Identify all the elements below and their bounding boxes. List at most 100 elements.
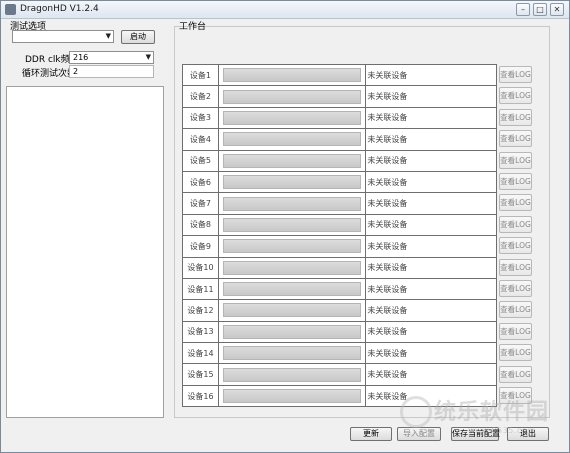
device-row: 设备14 未关联设备 [182,342,497,365]
device-progress-cell [217,128,367,151]
view-log-button[interactable]: 查看LOG [499,108,532,126]
window-title: DragonHD V1.2.4 [20,4,99,14]
view-log-button[interactable]: 查看LOG [499,322,532,340]
device-progress-bar [222,324,362,339]
view-log-button[interactable]: 查看LOG [499,215,532,233]
device-name: 设备8 [182,213,219,237]
device-status: 未关联设备 [365,170,497,194]
device-name: 设备13 [182,320,219,344]
device-progress-bar [222,175,362,190]
device-progress-bar [222,110,362,125]
loop-count-input[interactable]: 2 [69,65,154,78]
device-progress-cell [217,213,367,237]
device-name: 设备15 [182,363,219,386]
device-row: 设备3 未关联设备 [182,106,497,130]
device-row: 设备8 未关联设备 [182,213,497,237]
device-progress-bar [222,239,362,254]
device-progress-bar [222,217,362,232]
device-progress-bar [222,346,362,361]
device-progress-bar [222,303,362,318]
device-name: 设备16 [182,384,219,408]
device-status: 未关联设备 [365,149,497,172]
view-log-button[interactable]: 查看LOG [499,280,532,297]
device-status: 未关联设备 [365,128,497,151]
device-name: 设备3 [182,106,219,130]
device-progress-cell [217,363,367,386]
device-status: 未关联设备 [365,320,497,344]
device-progress-cell [217,106,367,130]
device-row: 设备4 未关联设备 [182,128,497,151]
device-row: 设备2 未关联设备 [182,85,497,108]
workbench-title: 工作台 [179,22,207,32]
device-progress-cell [217,63,367,87]
device-progress-cell [217,192,367,215]
device-progress-bar [222,260,362,275]
device-progress-bar [222,68,362,83]
device-name: 设备12 [182,299,219,322]
device-status: 未关联设备 [365,299,497,322]
device-name: 设备5 [182,149,219,172]
view-log-button[interactable]: 查看LOG [499,365,532,383]
device-row: 设备13 未关联设备 [182,320,497,344]
view-log-button[interactable]: 查看LOG [499,387,532,404]
device-progress-bar [222,196,362,211]
device-row: 设备9 未关联设备 [182,235,497,258]
device-progress-bar [222,282,362,297]
title-bar[interactable]: DragonHD V1.2.4 – □ ✕ [1,1,569,19]
device-progress-cell [217,85,367,108]
device-progress-cell [217,342,367,365]
device-name: 设备4 [182,128,219,151]
device-name: 设备2 [182,85,219,108]
app-icon [5,4,16,15]
update-button[interactable]: 更新 [350,427,392,441]
view-log-button[interactable]: 查看LOG [499,194,532,212]
device-status: 未关联设备 [365,85,497,108]
loop-count-label: 循环测试次数 [22,69,77,79]
device-status: 未关联设备 [365,106,497,130]
view-log-button[interactable]: 查看LOG [499,258,532,276]
device-status: 未关联设备 [365,213,497,237]
device-status: 未关联设备 [365,342,497,365]
device-progress-cell [217,384,367,408]
device-table: 设备1 未关联设备 设备2 未关联设备 设备3 未关联设备 设备4 未关联设备 设备5 未关联设备… [182,63,497,408]
device-progress-bar [222,153,362,168]
device-name: 设备9 [182,235,219,258]
maximize-button[interactable]: □ [533,3,547,16]
device-progress-cell [217,320,367,344]
log-output-panel[interactable] [6,86,164,418]
view-log-button[interactable]: 查看LOG [499,151,532,169]
device-name: 设备7 [182,192,219,215]
device-status: 未关联设备 [365,235,497,258]
device-progress-cell [217,149,367,172]
minimize-button[interactable]: – [516,3,530,16]
view-log-button[interactable]: 查看LOG [499,66,532,83]
device-name: 设备1 [182,63,219,87]
import-config-button[interactable]: 导入配置 [397,427,441,441]
view-log-button[interactable]: 查看LOG [499,344,532,362]
start-button[interactable]: 启动 [121,30,155,44]
device-status: 未关联设备 [365,256,497,279]
chevron-down-icon: ▼ [145,53,151,61]
loop-count-value: 2 [73,67,79,76]
view-log-button[interactable]: 查看LOG [499,173,532,190]
save-config-button[interactable]: 保存当前配置 [451,427,500,441]
device-row: 设备1 未关联设备 [182,63,497,87]
device-row: 设备5 未关联设备 [182,149,497,172]
view-log-button[interactable]: 查看LOG [499,237,532,255]
view-log-button[interactable]: 查看LOG [499,87,532,105]
device-row: 设备15 未关联设备 [182,363,497,386]
device-progress-bar [222,389,362,404]
ddr-clk-select[interactable]: 216 ▼ [69,51,154,64]
device-name: 设备11 [182,277,219,301]
exit-button[interactable]: 退出 [507,427,549,441]
view-log-button[interactable]: 查看LOG [499,301,532,319]
device-progress-bar [222,89,362,104]
device-row: 设备6 未关联设备 [182,170,497,194]
chevron-down-icon: ▼ [105,32,111,40]
platform-select[interactable]: ▼ [12,30,114,43]
device-status: 未关联设备 [365,363,497,386]
close-button[interactable]: ✕ [550,3,564,16]
device-name: 设备6 [182,170,219,194]
device-row: 设备11 未关联设备 [182,277,497,301]
view-log-button[interactable]: 查看LOG [499,130,532,148]
